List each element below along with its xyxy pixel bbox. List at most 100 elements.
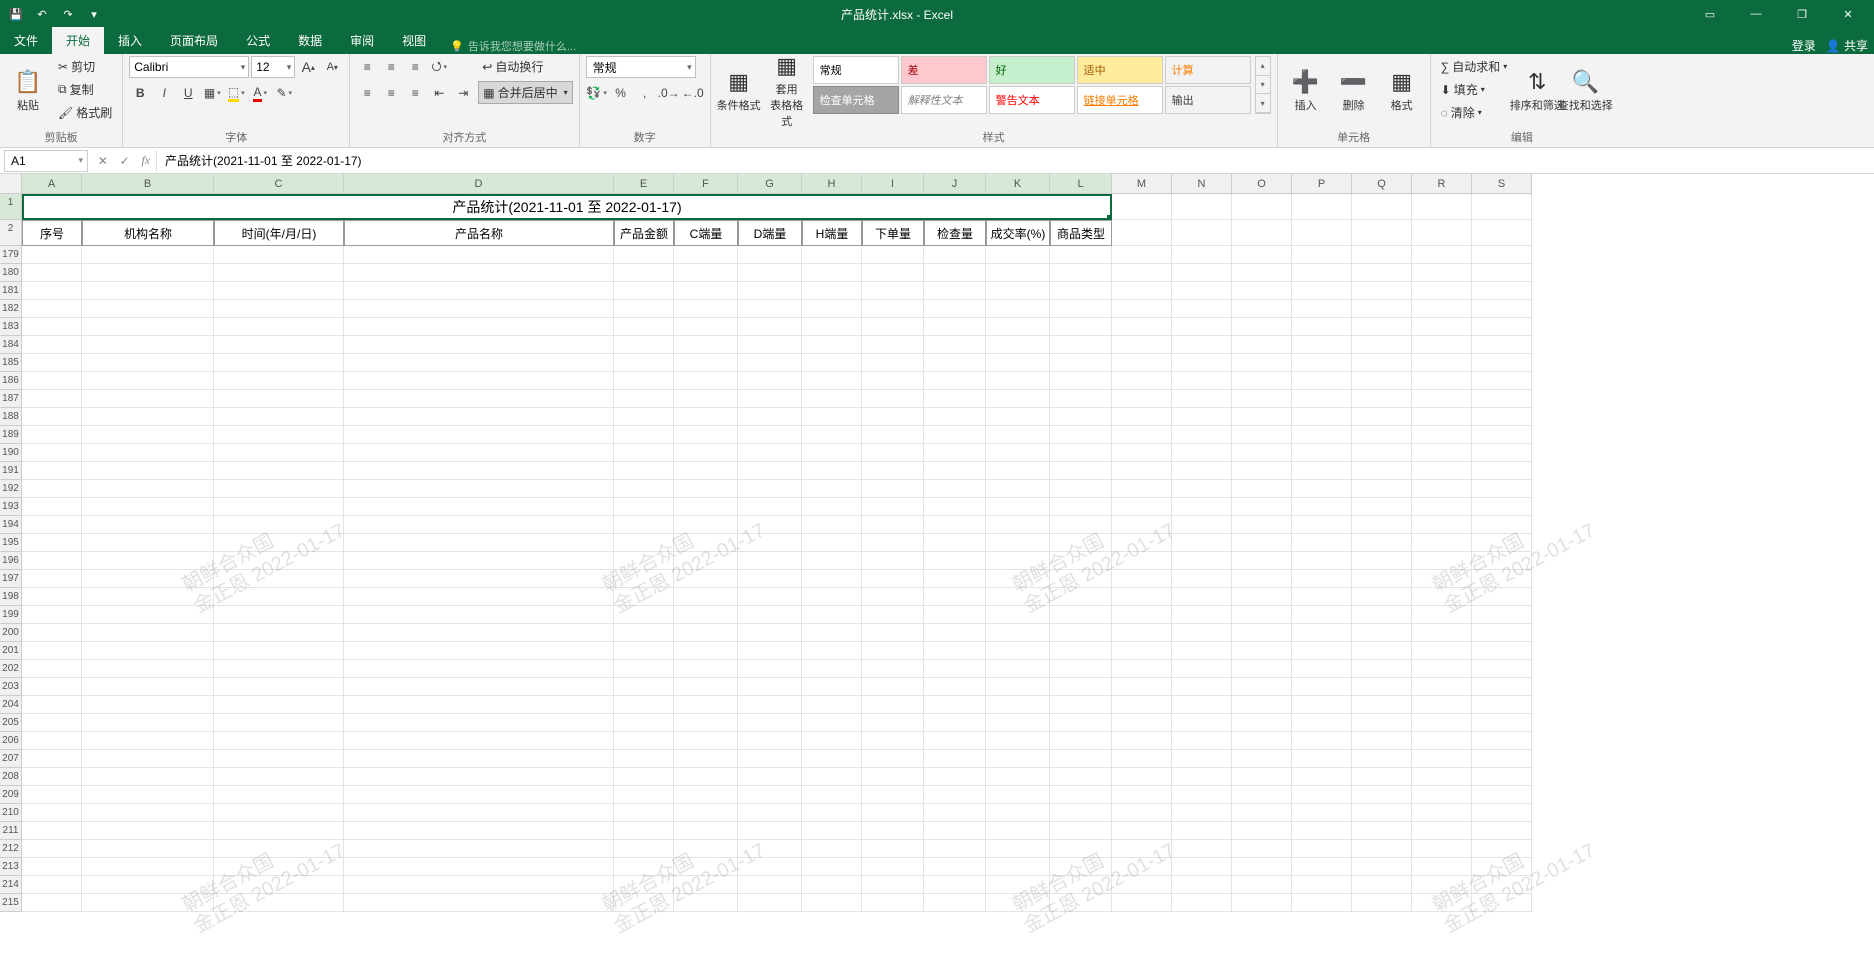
phonetic-button[interactable]: ✎: [273, 82, 295, 104]
tab-home[interactable]: 开始: [52, 27, 104, 54]
row-header[interactable]: 191: [0, 462, 22, 480]
row-header[interactable]: 200: [0, 624, 22, 642]
row-header[interactable]: 183: [0, 318, 22, 336]
style-cell[interactable]: 计算: [1165, 56, 1251, 84]
tab-layout[interactable]: 页面布局: [156, 27, 232, 54]
row-header[interactable]: 214: [0, 876, 22, 894]
row-header[interactable]: 215: [0, 894, 22, 912]
row-header[interactable]: 205: [0, 714, 22, 732]
close-icon[interactable]: ✕: [1828, 0, 1868, 28]
format-as-table-button[interactable]: ▦套用 表格格式: [765, 56, 809, 126]
delete-cells-button[interactable]: ➖删除: [1332, 56, 1376, 126]
style-cell[interactable]: 差: [901, 56, 987, 84]
style-cell[interactable]: 常规: [813, 56, 899, 84]
column-header[interactable]: H: [802, 174, 862, 194]
row-header[interactable]: 188: [0, 408, 22, 426]
align-right-icon[interactable]: ≡: [404, 82, 426, 104]
row-header[interactable]: 190: [0, 444, 22, 462]
table-header-cell[interactable]: H端量: [802, 220, 862, 246]
gallery-scroll[interactable]: ▴▾▾: [1255, 56, 1271, 114]
row-header[interactable]: 185: [0, 354, 22, 372]
merge-center-button[interactable]: ▦合并后居中▾: [478, 81, 572, 104]
column-header[interactable]: A: [22, 174, 82, 194]
formula-input[interactable]: [156, 150, 1874, 172]
column-header[interactable]: G: [738, 174, 802, 194]
maximize-icon[interactable]: ❐: [1782, 0, 1822, 28]
redo-icon[interactable]: ↷: [56, 3, 80, 25]
increase-font-icon[interactable]: A▴: [297, 56, 319, 78]
table-header-cell[interactable]: 商品类型: [1050, 220, 1112, 246]
row-header[interactable]: 182: [0, 300, 22, 318]
orientation-icon[interactable]: ⭯: [428, 56, 450, 78]
tab-review[interactable]: 审阅: [336, 27, 388, 54]
insert-cells-button[interactable]: ➕插入: [1284, 56, 1328, 126]
row-header[interactable]: 186: [0, 372, 22, 390]
column-header[interactable]: I: [862, 174, 924, 194]
cancel-formula-icon[interactable]: ✕: [98, 154, 108, 168]
tell-me-search[interactable]: 💡 告诉我您想要做什么...: [450, 38, 576, 54]
row-header[interactable]: 180: [0, 264, 22, 282]
fill-handle[interactable]: [1107, 215, 1112, 220]
format-cells-button[interactable]: ▦格式: [1380, 56, 1424, 126]
column-header[interactable]: F: [674, 174, 738, 194]
row-header[interactable]: 196: [0, 552, 22, 570]
column-headers[interactable]: ABCDEFGHIJKLMNOPQRS: [22, 174, 1532, 194]
table-header-cell[interactable]: 下单量: [862, 220, 924, 246]
find-select-button[interactable]: 🔍查找和选择: [1563, 56, 1607, 126]
underline-button[interactable]: U: [177, 82, 199, 104]
align-top-icon[interactable]: ≡: [356, 56, 378, 78]
row-header[interactable]: 204: [0, 696, 22, 714]
scroll-up-icon[interactable]: ▴: [1256, 57, 1270, 76]
row-header[interactable]: 181: [0, 282, 22, 300]
row-header[interactable]: 207: [0, 750, 22, 768]
row-header[interactable]: 1: [0, 194, 22, 220]
fill-color-button[interactable]: ⬚: [225, 82, 247, 104]
font-color-button[interactable]: A: [249, 82, 271, 104]
style-cell[interactable]: 解释性文本: [901, 86, 987, 114]
table-header-cell[interactable]: D端量: [738, 220, 802, 246]
column-header[interactable]: Q: [1352, 174, 1412, 194]
share-button[interactable]: 👤 共享: [1826, 37, 1868, 54]
row-header[interactable]: 213: [0, 858, 22, 876]
column-header[interactable]: R: [1412, 174, 1472, 194]
row-header[interactable]: 184: [0, 336, 22, 354]
style-cell[interactable]: 适中: [1077, 56, 1163, 84]
table-header-cell[interactable]: 检查量: [924, 220, 986, 246]
row-header[interactable]: 193: [0, 498, 22, 516]
table-header-cell[interactable]: 机构名称: [82, 220, 214, 246]
row-header[interactable]: 2: [0, 220, 22, 246]
row-header[interactable]: 212: [0, 840, 22, 858]
accounting-format-icon[interactable]: 💱: [586, 82, 608, 104]
table-header-cell[interactable]: 成交率(%): [986, 220, 1050, 246]
cells[interactable]: 产品统计(2021-11-01 至 2022-01-17)序号机构名称时间(年/…: [22, 194, 1532, 912]
column-header[interactable]: S: [1472, 174, 1532, 194]
increase-indent-icon[interactable]: ⇥: [452, 82, 474, 104]
bold-button[interactable]: B: [129, 82, 151, 104]
style-cell[interactable]: 检查单元格: [813, 86, 899, 114]
sort-filter-button[interactable]: ⇅排序和筛选: [1515, 56, 1559, 126]
comma-icon[interactable]: ,: [634, 82, 656, 104]
border-button[interactable]: ▦: [201, 82, 223, 104]
align-middle-icon[interactable]: ≡: [380, 56, 402, 78]
row-header[interactable]: 192: [0, 480, 22, 498]
row-header[interactable]: 199: [0, 606, 22, 624]
fill-button[interactable]: ⬇填充▾: [1437, 79, 1512, 100]
decrease-decimal-icon[interactable]: ←.0: [682, 82, 704, 104]
column-header[interactable]: M: [1112, 174, 1172, 194]
row-header[interactable]: 208: [0, 768, 22, 786]
style-cell[interactable]: 好: [989, 56, 1075, 84]
clear-button[interactable]: ◌清除▾: [1437, 102, 1512, 123]
font-name-combo[interactable]: Calibri: [129, 56, 249, 78]
italic-button[interactable]: I: [153, 82, 175, 104]
gallery-more-icon[interactable]: ▾: [1256, 94, 1270, 113]
align-bottom-icon[interactable]: ≡: [404, 56, 426, 78]
tab-formulas[interactable]: 公式: [232, 27, 284, 54]
tab-insert[interactable]: 插入: [104, 27, 156, 54]
style-cell[interactable]: 警告文本: [989, 86, 1075, 114]
row-header[interactable]: 209: [0, 786, 22, 804]
paste-button[interactable]: 📋 粘贴: [6, 56, 50, 126]
row-header[interactable]: 198: [0, 588, 22, 606]
row-header[interactable]: 195: [0, 534, 22, 552]
name-box[interactable]: A1: [4, 150, 88, 172]
increase-decimal-icon[interactable]: .0→: [658, 82, 680, 104]
